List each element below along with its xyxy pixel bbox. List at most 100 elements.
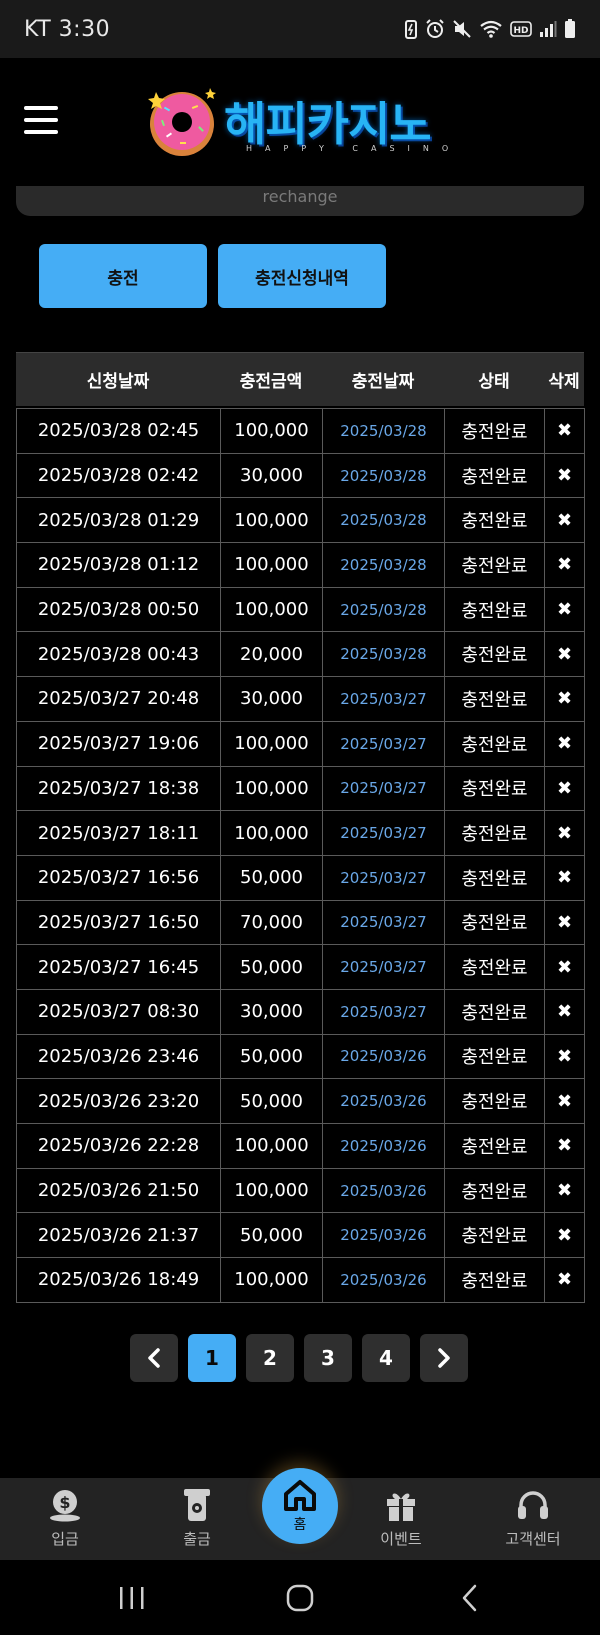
logo-subtitle: HAPPY CASINO [246, 144, 462, 153]
delete-button[interactable]: ✖ [544, 631, 585, 678]
delete-button[interactable]: ✖ [544, 899, 585, 946]
delete-button[interactable]: ✖ [544, 720, 585, 767]
cell-amount: 30,000 [220, 676, 323, 722]
cell-charge-date: 2025/03/28 [322, 586, 445, 633]
cell-status: 충전완료 [444, 944, 545, 990]
delete-button[interactable]: ✖ [544, 1212, 585, 1259]
table-row: 2025/03/26 22:28 100,000 2025/03/26 충전완료 ✖ [16, 1123, 585, 1169]
cell-amount: 50,000 [220, 944, 323, 990]
back-button[interactable] [440, 1580, 500, 1616]
table-row: 2025/03/27 19:06 100,000 2025/03/27 충전완료 ✖ [16, 720, 585, 767]
status-carrier-time: KT 3:30 [24, 17, 110, 42]
charge-button[interactable]: 충전 [39, 244, 207, 308]
table-row: 2025/03/28 00:43 20,000 2025/03/28 충전완료 ✖ [16, 631, 585, 678]
nav-support[interactable]: 고객센터 [478, 1486, 588, 1549]
rechange-label: rechange [262, 187, 338, 206]
delete-button[interactable]: ✖ [544, 1033, 585, 1080]
cell-status: 충전완료 [444, 542, 545, 588]
charge-history-button[interactable]: 충전신청내역 [218, 244, 386, 308]
cell-charge-date: 2025/03/28 [322, 408, 445, 454]
prev-page-button[interactable] [130, 1334, 178, 1382]
recent-apps-button[interactable] [102, 1580, 162, 1616]
cell-status: 충전완료 [444, 1033, 545, 1080]
cell-charge-date: 2025/03/26 [322, 1033, 445, 1080]
cell-request-date: 2025/03/27 16:50 [16, 899, 221, 946]
table-row: 2025/03/28 02:45 100,000 2025/03/28 충전완료 ✖ [16, 408, 585, 454]
table-row: 2025/03/27 18:38 100,000 2025/03/27 충전완료 ✖ [16, 765, 585, 812]
header-request-date: 신청날짜 [86, 372, 150, 392]
delete-button[interactable]: ✖ [544, 765, 585, 812]
cell-status: 충전완료 [444, 497, 545, 544]
cell-amount: 30,000 [220, 988, 323, 1035]
delete-button[interactable]: ✖ [544, 854, 585, 901]
recent-apps-icon [120, 1587, 144, 1609]
page-button-3[interactable]: 3 [304, 1334, 352, 1382]
cell-charge-date: 2025/03/27 [322, 988, 445, 1035]
cell-status: 충전완료 [444, 452, 545, 499]
next-page-button[interactable] [420, 1334, 468, 1382]
svg-text:HD: HD [513, 26, 528, 36]
logo[interactable]: 해피카지노 HAPPY CASINO [142, 78, 462, 162]
page-button-1[interactable]: 1 [188, 1334, 236, 1382]
table-row: 2025/03/26 23:46 50,000 2025/03/26 충전완료 ✖ [16, 1033, 585, 1080]
nav-deposit[interactable]: $ 입금 [10, 1486, 120, 1549]
cell-charge-date: 2025/03/28 [322, 452, 445, 499]
nav-home[interactable]: 홈 [262, 1468, 338, 1544]
delete-button[interactable]: ✖ [544, 1123, 585, 1169]
wifi-icon [480, 20, 502, 38]
cell-amount: 50,000 [220, 1033, 323, 1080]
cell-request-date: 2025/03/27 20:48 [16, 676, 221, 722]
header-delete: 삭제 [548, 372, 580, 392]
cell-request-date: 2025/03/27 19:06 [16, 720, 221, 767]
android-home-button[interactable] [270, 1580, 330, 1616]
delete-button[interactable]: ✖ [544, 810, 585, 856]
cell-charge-date: 2025/03/26 [322, 1212, 445, 1259]
header-charge-date: 충전날짜 [351, 372, 415, 392]
headset-icon [518, 1491, 548, 1519]
cell-amount: 100,000 [220, 497, 323, 544]
delete-button[interactable]: ✖ [544, 452, 585, 499]
cell-request-date: 2025/03/28 00:43 [16, 631, 221, 678]
delete-button[interactable]: ✖ [544, 1257, 585, 1303]
cell-amount: 20,000 [220, 631, 323, 678]
cell-status: 충전완료 [444, 1167, 545, 1214]
delete-button[interactable]: ✖ [544, 676, 585, 722]
delete-button[interactable]: ✖ [544, 408, 585, 454]
cell-amount: 100,000 [220, 408, 323, 454]
cell-status: 충전완료 [444, 408, 545, 454]
delete-button[interactable]: ✖ [544, 988, 585, 1035]
hd-voice-icon: HD [510, 21, 532, 37]
delete-button[interactable]: ✖ [544, 944, 585, 990]
delete-button[interactable]: ✖ [544, 497, 585, 544]
signal-icon [540, 21, 557, 37]
table-row: 2025/03/27 16:50 70,000 2025/03/27 충전완료 ✖ [16, 899, 585, 946]
page-button-2[interactable]: 2 [246, 1334, 294, 1382]
clock-label: 3:30 [58, 16, 111, 42]
table-row: 2025/03/27 16:56 50,000 2025/03/27 충전완료 ✖ [16, 854, 585, 901]
nav-event[interactable]: 이벤트 [346, 1486, 456, 1549]
menu-icon[interactable] [24, 106, 58, 136]
cell-request-date: 2025/03/27 18:38 [16, 765, 221, 812]
cell-amount: 50,000 [220, 854, 323, 901]
carrier-label: KT [24, 16, 52, 42]
delete-button[interactable]: ✖ [544, 586, 585, 633]
cell-amount: 100,000 [220, 765, 323, 812]
nav-withdraw[interactable]: 출금 [142, 1486, 252, 1549]
cell-amount: 50,000 [220, 1078, 323, 1124]
cell-request-date: 2025/03/28 01:12 [16, 542, 221, 588]
table-row: 2025/03/26 21:50 100,000 2025/03/26 충전완료 ✖ [16, 1167, 585, 1214]
cell-charge-date: 2025/03/27 [322, 810, 445, 856]
delete-button[interactable]: ✖ [544, 1078, 585, 1124]
delete-button[interactable]: ✖ [544, 542, 585, 588]
pagination: 1 2 3 4 [130, 1334, 468, 1382]
cell-charge-date: 2025/03/28 [322, 542, 445, 588]
cell-request-date: 2025/03/27 16:45 [16, 944, 221, 990]
cell-request-date: 2025/03/28 00:50 [16, 586, 221, 633]
cell-status: 충전완료 [444, 765, 545, 812]
table-row: 2025/03/27 18:11 100,000 2025/03/27 충전완료 ✖ [16, 810, 585, 856]
cell-request-date: 2025/03/27 18:11 [16, 810, 221, 856]
cell-request-date: 2025/03/27 08:30 [16, 988, 221, 1035]
delete-button[interactable]: ✖ [544, 1167, 585, 1214]
cell-status: 충전완료 [444, 676, 545, 722]
page-button-4[interactable]: 4 [362, 1334, 410, 1382]
